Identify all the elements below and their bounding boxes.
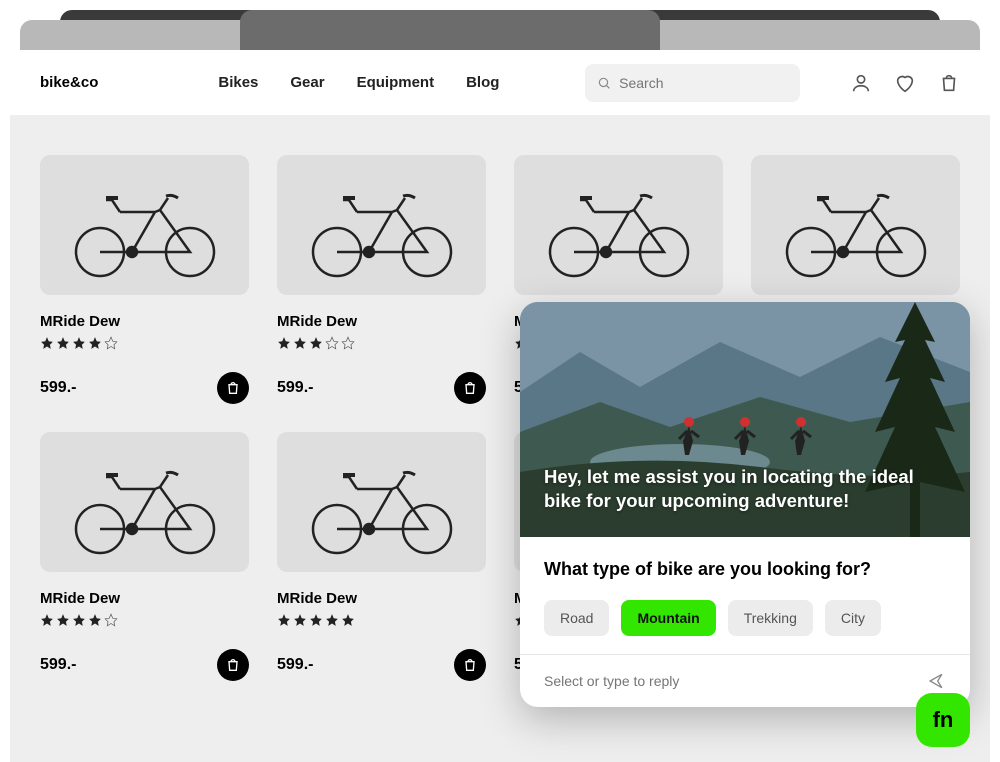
- search-input[interactable]: [619, 75, 788, 91]
- product-rating: [40, 336, 249, 350]
- app-window: bike&co Bikes Gear Equipment Blog MRide Dew…: [10, 50, 990, 762]
- product-image: [277, 155, 486, 295]
- nav-link-bikes[interactable]: Bikes: [218, 74, 258, 91]
- assistant-panel: Hey, let me assist you in locating the i…: [520, 302, 970, 707]
- add-to-cart-button[interactable]: [217, 372, 249, 404]
- tab-front-active[interactable]: [240, 10, 660, 50]
- add-to-cart-button[interactable]: [454, 372, 486, 404]
- navbar: bike&co Bikes Gear Equipment Blog: [10, 50, 990, 115]
- add-to-cart-button[interactable]: [454, 649, 486, 681]
- assistant-body: What type of bike are you looking for? R…: [520, 537, 970, 654]
- search-box[interactable]: [585, 64, 800, 102]
- header-icons: [850, 72, 960, 94]
- chip-mountain[interactable]: Mountain: [621, 600, 715, 636]
- chip-road[interactable]: Road: [544, 600, 609, 636]
- assistant-reply-input[interactable]: [544, 673, 914, 689]
- product-price: 599.-: [277, 379, 313, 397]
- assistant-hero-text: Hey, let me assist you in locating the i…: [544, 465, 946, 513]
- assistant-hero: Hey, let me assist you in locating the i…: [520, 302, 970, 537]
- product-card[interactable]: MRide Dew 599.-: [277, 155, 486, 404]
- nav-link-gear[interactable]: Gear: [290, 74, 324, 91]
- product-price: 599.-: [277, 656, 313, 674]
- search-icon: [597, 75, 611, 91]
- chip-trekking[interactable]: Trekking: [728, 600, 813, 636]
- product-name: MRide Dew: [40, 313, 249, 330]
- product-card[interactable]: MRide Dew 599.-: [277, 432, 486, 681]
- product-price: 599.-: [40, 656, 76, 674]
- assistant-input-bar: [520, 654, 970, 707]
- product-rating: [277, 613, 486, 627]
- product-card[interactable]: MRide Dew 599.-: [40, 155, 249, 404]
- product-rating: [40, 613, 249, 627]
- product-image: [277, 432, 486, 572]
- product-image: [40, 155, 249, 295]
- nav-link-equipment[interactable]: Equipment: [357, 74, 435, 91]
- heart-icon[interactable]: [894, 72, 916, 94]
- send-icon[interactable]: [926, 671, 946, 691]
- brand-logo[interactable]: bike&co: [40, 74, 98, 91]
- nav-link-blog[interactable]: Blog: [466, 74, 499, 91]
- product-image: [40, 432, 249, 572]
- nav-links: Bikes Gear Equipment Blog: [218, 74, 499, 91]
- assistant-chips: Road Mountain Trekking City: [544, 600, 946, 636]
- product-name: MRide Dew: [40, 590, 249, 607]
- product-image: [514, 155, 723, 295]
- bag-icon[interactable]: [938, 72, 960, 94]
- product-name: MRide Dew: [277, 313, 486, 330]
- product-card[interactable]: MRide Dew 599.-: [40, 432, 249, 681]
- account-icon[interactable]: [850, 72, 872, 94]
- chip-city[interactable]: City: [825, 600, 881, 636]
- product-price: 599.-: [40, 379, 76, 397]
- window-tabs: [0, 0, 1000, 50]
- fab-button[interactable]: fn: [916, 693, 970, 747]
- product-name: MRide Dew: [277, 590, 486, 607]
- product-image: [751, 155, 960, 295]
- rider-silhouettes: [673, 415, 817, 457]
- assistant-question: What type of bike are you looking for?: [544, 559, 946, 580]
- add-to-cart-button[interactable]: [217, 649, 249, 681]
- product-rating: [277, 336, 486, 350]
